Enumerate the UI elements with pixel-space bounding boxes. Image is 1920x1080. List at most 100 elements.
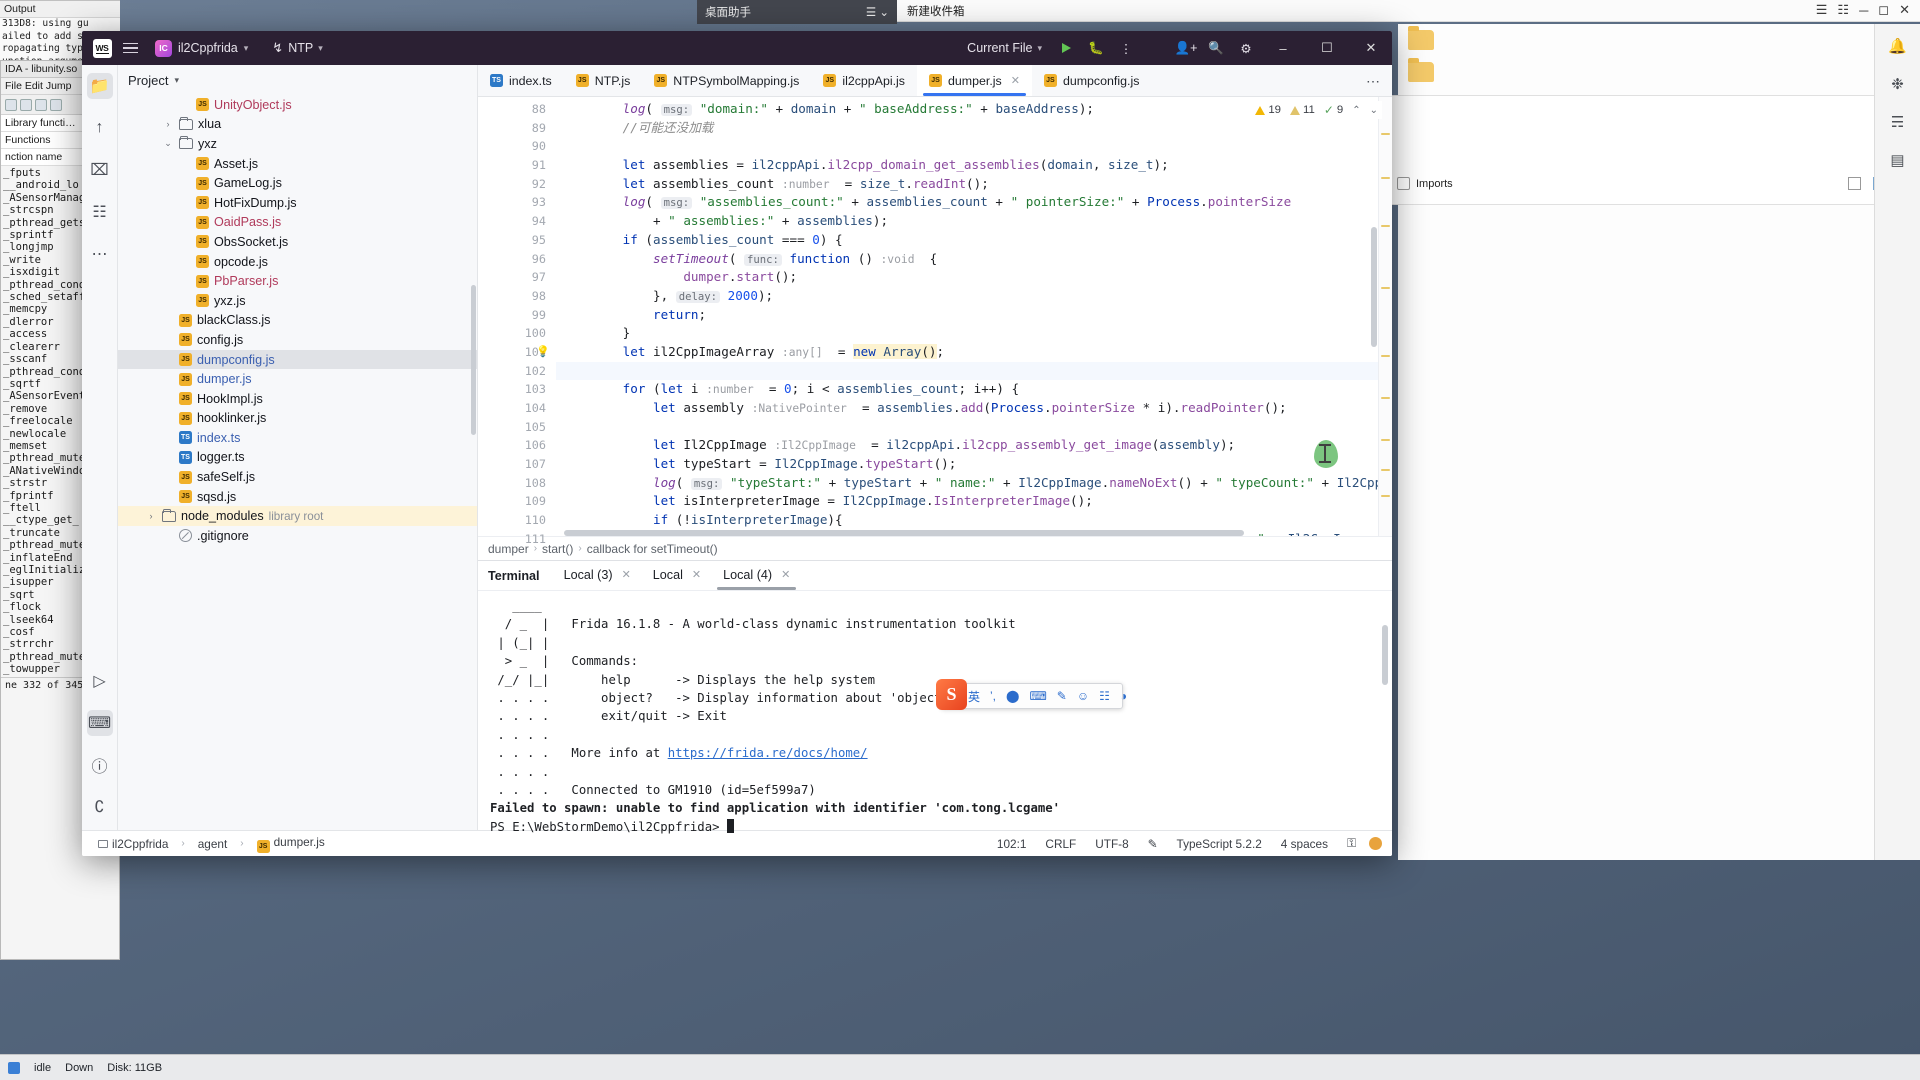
sidebar-item-terminal[interactable]: ⌨ — [86, 710, 113, 736]
handwriting-icon[interactable]: ✎ — [1057, 689, 1067, 703]
titlebar-right-controls[interactable]: Current File ▾ 🐛 ⋮ 👤+ 🔍 ⚙ – ☐ ✕ — [959, 31, 1392, 65]
terminal-tool-window[interactable]: Terminal Local (3) ✕ Local ✕ Local (4) ✕ ____… — [478, 560, 1392, 834]
maximize-button[interactable]: ☐ — [1306, 31, 1348, 65]
tree-item-xlua[interactable]: › xlua — [118, 115, 477, 135]
indent-setting[interactable]: 4 spaces — [1275, 835, 1334, 853]
imports-close-icon[interactable] — [1848, 177, 1862, 190]
project-tool-window[interactable]: Project ▾ JS UnityObject.js › xlua ⌄ yxz JS Ass… — [118, 65, 478, 830]
inspection-widget-icon[interactable]: ✎ — [1142, 835, 1164, 853]
mail-minimize-icon[interactable]: ─ — [1859, 3, 1868, 18]
line-number[interactable]: 102 — [478, 362, 556, 381]
line-number[interactable]: 90 — [478, 137, 556, 156]
statusbar-right[interactable]: 102:1 CRLF UTF-8 ✎ TypeScript 5.2.2 4 sp… — [991, 834, 1382, 853]
marker-warning[interactable] — [1381, 177, 1390, 180]
line-number[interactable]: 103 — [478, 380, 556, 399]
left-tool-strip[interactable]: 📁 ↑ ⌧ ☷ ⋯ ▷ ⌨ ⓘ ∁ — [82, 65, 118, 830]
tree-item-hotfixdump-js[interactable]: JS HotFixDump.js — [118, 193, 477, 213]
notifications-icon[interactable] — [1369, 837, 1382, 850]
structure-icon[interactable]: ▤ — [1888, 150, 1908, 170]
tree-item-asset-js[interactable]: JS Asset.js — [118, 154, 477, 174]
code-line[interactable]: setTimeout( func: function () :void { — [556, 250, 1392, 269]
line-number[interactable]: 98 — [478, 287, 556, 306]
marker-warning[interactable] — [1381, 495, 1390, 498]
code-line[interactable]: for (let i :number = 0; i < assemblies_c… — [556, 380, 1392, 399]
terminal-tab-local--3-[interactable]: Local (3) ✕ — [554, 561, 641, 590]
database-icon[interactable]: ☴ — [1888, 112, 1908, 132]
project-selector[interactable]: IC il2Cppfrida ▾ — [148, 37, 255, 60]
line-separator[interactable]: CRLF — [1039, 835, 1082, 853]
settings-button[interactable]: ⚙ — [1232, 35, 1260, 61]
ida-toolbar-icon[interactable] — [50, 98, 62, 111]
intention-bulb-icon[interactable]: 💡 — [536, 345, 550, 358]
checks-count[interactable]: ✓ 9 — [1324, 103, 1343, 117]
line-number[interactable]: 91 — [478, 156, 556, 175]
editor-gutter[interactable]: 88 89 90 91 92 93 94 95 96 97 98 99 100 101 💡 102 103 104… — [478, 97, 556, 546]
sidebar-item-more[interactable]: ⋯ — [87, 241, 113, 267]
editor-horizontal-scrollbar[interactable] — [564, 530, 1244, 536]
tab-dumper-js[interactable]: JS dumper.js ✕ — [917, 65, 1032, 96]
soft-keyboard-icon[interactable]: ⌨ — [1029, 689, 1046, 703]
tree-item-unityobject-js[interactable]: JS UnityObject.js — [118, 95, 477, 115]
main-menu-hamburger-icon[interactable] — [116, 35, 144, 61]
code-line[interactable] — [556, 361, 1392, 381]
language-mode-icon[interactable]: 英 — [968, 688, 980, 705]
close-icon[interactable]: ✕ — [781, 561, 790, 590]
marker-warning[interactable] — [1381, 225, 1390, 228]
file-encoding[interactable]: UTF-8 — [1089, 835, 1134, 853]
close-icon[interactable]: ✕ — [622, 561, 631, 590]
tree-item-dumper-js[interactable]: JS dumper.js — [118, 369, 477, 389]
code-line[interactable]: let typeStart = Il2CppImage.typeStart(); — [556, 455, 1392, 474]
punctuation-mode-icon[interactable]: ’, — [990, 689, 996, 703]
line-number[interactable]: 106 — [478, 436, 556, 455]
tab-dumpconfig-js[interactable]: JS dumpconfig.js — [1032, 65, 1151, 96]
minimize-button[interactable]: – — [1262, 31, 1304, 65]
tree-item-hooklinker-js[interactable]: JS hooklinker.js — [118, 409, 477, 429]
project-panel-header[interactable]: Project ▾ — [118, 65, 477, 95]
ida-toolbar-icon[interactable] — [5, 98, 17, 111]
taskbar-item-idle[interactable]: idle — [34, 1062, 51, 1074]
next-problem-icon[interactable]: ⌄ — [1370, 105, 1378, 116]
weak-warnings-count[interactable]: 11 — [1289, 104, 1315, 116]
tree-item-opcode-js[interactable]: JS opcode.js — [118, 252, 477, 272]
tab-index-ts[interactable]: TS index.ts — [478, 65, 564, 96]
mail-grid-icon[interactable]: ☷ — [1837, 2, 1849, 18]
window-titlebar[interactable]: WS IC il2Cppfrida ▾ ↯ NTP ▾ Current File… — [82, 31, 1392, 65]
tree-item-gamelog-js[interactable]: JS GameLog.js — [118, 173, 477, 193]
marker-warning[interactable] — [1381, 133, 1390, 136]
sogou-logo-icon[interactable]: S — [936, 679, 967, 710]
tree-item--gitignore[interactable]: .gitignore — [118, 526, 477, 546]
tree-item-blackclass-js[interactable]: JS blackClass.js — [118, 311, 477, 331]
code-line[interactable]: let assembly :NativePointer = assemblies… — [556, 399, 1392, 418]
marker-warning[interactable] — [1381, 469, 1390, 472]
tab-ntpsymbolmapping-js[interactable]: JS NTPSymbolMapping.js — [642, 65, 811, 96]
close-icon[interactable]: ✕ — [692, 561, 701, 590]
os-taskbar[interactable]: idle Down Disk: 11GB — [0, 1054, 1920, 1080]
marker-warning[interactable] — [1381, 355, 1390, 358]
terminal-tab-local[interactable]: Local ✕ — [643, 561, 711, 590]
frida-docs-link[interactable]: https://frida.re/docs/home/ — [668, 746, 868, 760]
line-number[interactable]: 92 — [478, 175, 556, 194]
editor-marker-strip[interactable] — [1378, 97, 1392, 536]
terminal-output[interactable]: ____ / _ | Frida 16.1.8 - A world-class … — [478, 591, 1392, 836]
skin-settings-icon[interactable]: ◑ — [1120, 689, 1127, 703]
editor-area[interactable]: 88 89 90 91 92 93 94 95 96 97 98 99 100 101 💡 102 103 104… — [478, 97, 1392, 546]
statusbar-project-crumb[interactable]: il2Cppfrida — [92, 835, 174, 853]
taskbar-app-icon[interactable] — [8, 1061, 20, 1074]
code-with-me-button[interactable]: 👤+ — [1172, 35, 1200, 61]
line-number[interactable]: 110 — [478, 511, 556, 530]
terminal-tab-local--4-[interactable]: Local (4) ✕ — [713, 561, 800, 590]
desktop-right-toolstrip[interactable]: 🔔 ❉ ☴ ▤ — [1874, 24, 1920, 860]
sidebar-item-project[interactable]: 📁 — [86, 73, 113, 99]
marker-warning[interactable] — [1381, 287, 1390, 290]
code-line[interactable]: let isInterpreterImage = Il2CppImage.IsI… — [556, 492, 1392, 511]
line-number[interactable]: 95 — [478, 231, 556, 250]
code-line[interactable] — [556, 418, 1392, 437]
breadcrumb[interactable]: dumper › start() › callback for setTimeout() — [478, 536, 1392, 560]
assistant-menu-icon[interactable]: ☰ ⌄ — [866, 5, 889, 19]
tree-item-node-modules[interactable]: › node_modules library root — [118, 506, 477, 527]
tab-il2cppapi-js[interactable]: JS il2cppApi.js — [811, 65, 917, 96]
chevron-icon[interactable]: ⌄ — [162, 138, 174, 149]
line-number[interactable]: 109 — [478, 492, 556, 511]
code-line[interactable]: + " assemblies:" + assemblies); — [556, 212, 1392, 231]
mail-list-icon[interactable]: ☰ — [1816, 2, 1828, 18]
